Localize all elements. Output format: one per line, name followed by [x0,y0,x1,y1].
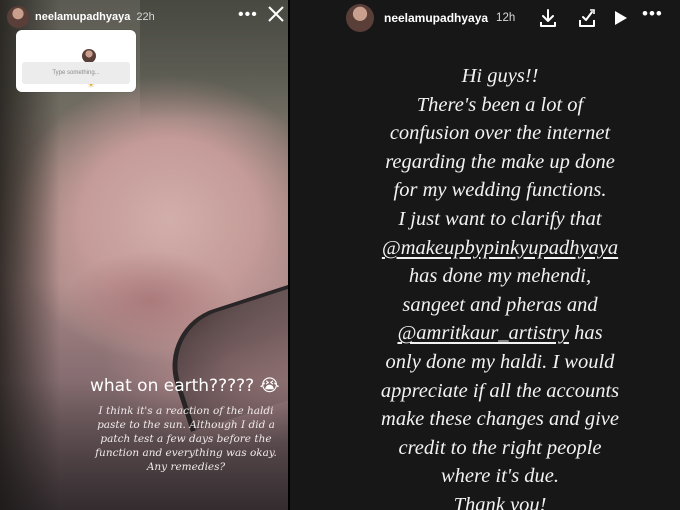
avatar[interactable] [7,6,29,28]
story-line: Thank you! [453,493,547,510]
username[interactable]: neelamupadhyaya [384,11,488,25]
story-line: only done my haldi. I would [385,350,615,373]
caption-line: I think it's a reaction of the haldi [98,405,274,417]
story-line: I just want to clarify that [398,207,602,230]
caption-main: what on earth????? 😭 [90,376,280,396]
caption-line: patch test a few days before the [100,433,272,445]
story-line: for my wedding functions. [393,179,607,202]
mention-link[interactable]: @makeupbypinkyupadhyaya [350,234,650,263]
caption-line: paste to the sun. Although I did a [97,419,275,431]
story-text: Hi guys!! There's been a lot of confusio… [350,62,650,510]
story-line: regarding the make up done [385,150,615,173]
story-right: neelamupadhyaya 12h ••• Hi guys!! There'… [290,0,680,510]
sticker-reply-input[interactable]: Type something... [22,62,130,84]
more-icon[interactable]: ••• [642,4,663,24]
caption-sub: I think it's a reaction of the haldi pas… [80,404,288,474]
avatar[interactable] [346,4,374,32]
story-line: credit to the right people [398,436,602,459]
story-line: where it's due. [440,465,560,488]
download-check-icon[interactable] [577,8,597,28]
story-time: 12h [496,12,516,24]
story-line: make these changes and give [381,408,619,431]
caption-line: function and everything was okay. [95,447,277,459]
story-line: appreciate if all the accounts [380,379,620,402]
close-icon[interactable] [266,4,286,24]
play-icon[interactable] [610,8,630,28]
story-line: There's been a lot of [416,93,584,116]
caption-line: Any remedies? [146,461,226,473]
story-line: Hi guys!! [461,65,539,87]
story-left: neelamupadhyaya 22h ••• ☀ Type something… [0,0,288,510]
story-line: sangeet and pheras and [402,293,598,316]
sticker-avatar [82,49,96,63]
story-line: confusion over the internet [389,122,611,145]
download-icon[interactable] [538,8,558,28]
story-line: has done my mehendi, [408,265,592,288]
story-line: @amritkaur_artistry has [350,319,650,348]
more-icon[interactable]: ••• [238,6,258,24]
story-text-fragment: has [568,322,603,345]
username[interactable]: neelamupadhyaya [35,11,130,23]
mention-link[interactable]: @amritkaur_artistry [397,322,568,344]
story-time: 22h [136,11,155,23]
